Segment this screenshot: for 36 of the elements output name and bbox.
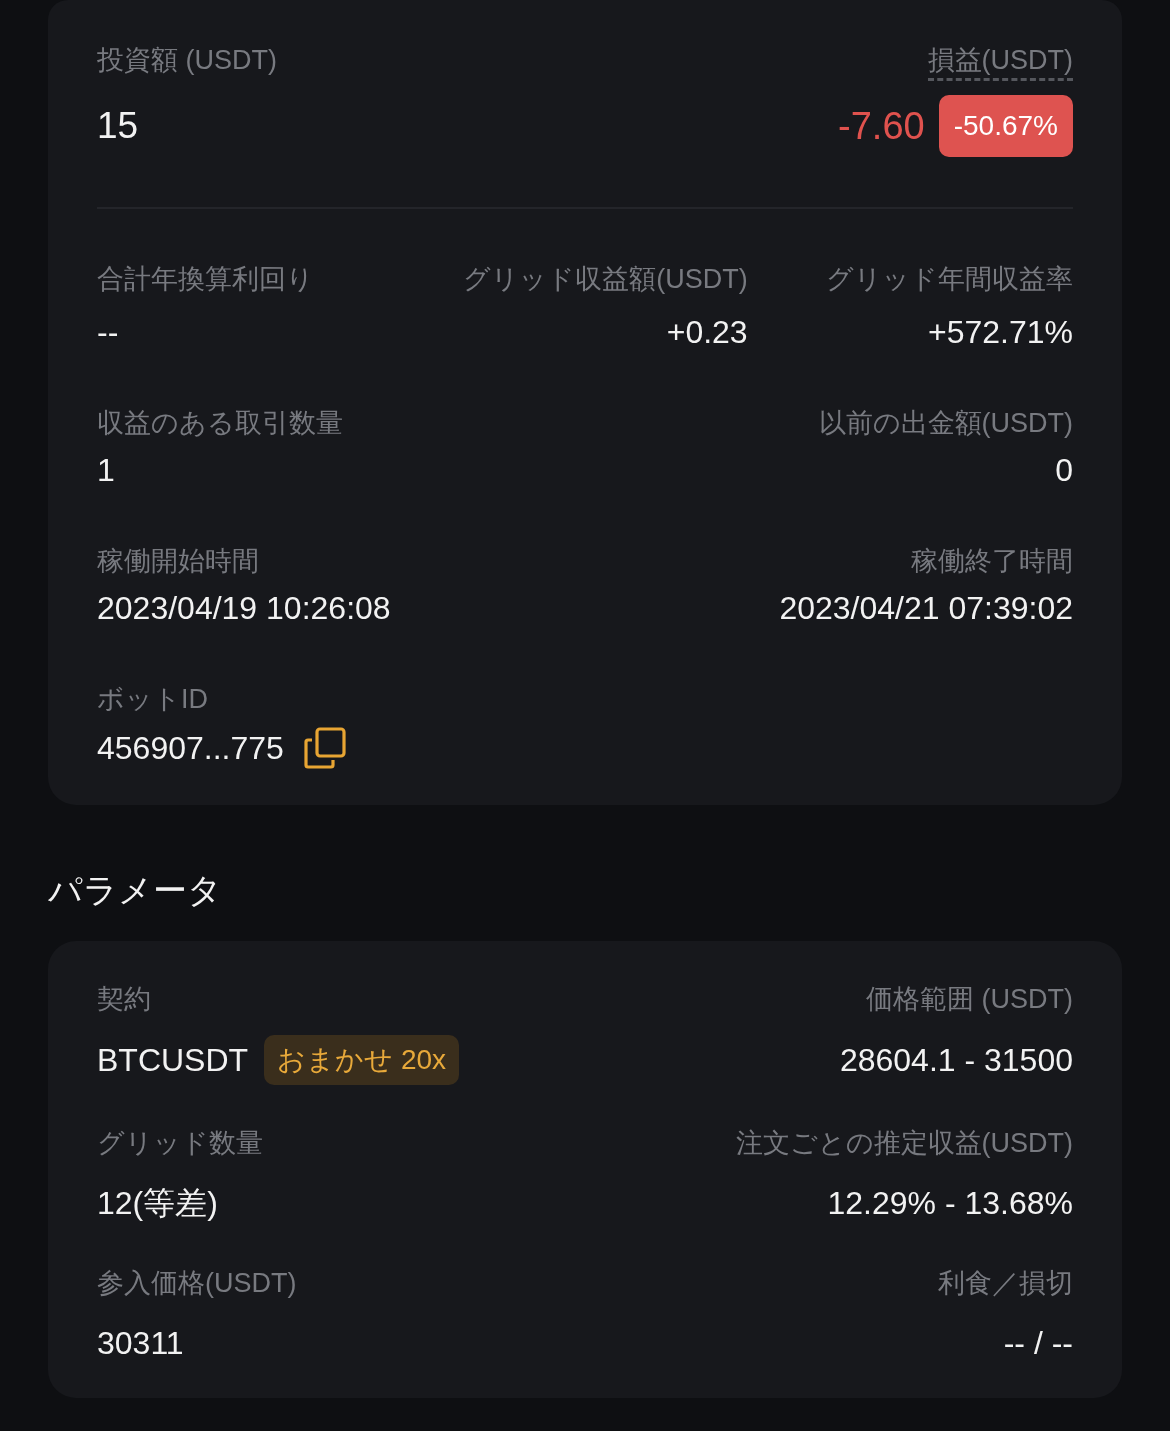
bot-id-label: ボットID <box>97 683 208 716</box>
field-label: 収益のある取引数量 <box>97 407 343 440</box>
field-label: 契約 <box>97 983 151 1016</box>
field-label: 注文ごとの推定収益(USDT) <box>735 1127 1073 1160</box>
field-value: 0 <box>1055 451 1073 490</box>
pnl-value: -7.60 <box>838 104 925 148</box>
field-value: 2023/04/19 10:26:08 <box>97 589 391 628</box>
field-label: グリッド年間収益率 <box>826 263 1073 296</box>
bot-id-value: 456907...775 <box>97 729 284 768</box>
field-value: +572.71% <box>928 313 1073 352</box>
field-label: 参入価格(USDT) <box>97 1267 297 1300</box>
field-label: グリッド数量 <box>97 1127 263 1160</box>
field-label: グリッド収益額(USDT) <box>463 263 748 296</box>
pnl-label[interactable]: 損益(USDT) <box>927 42 1073 81</box>
field-value: 12(等差) <box>97 1184 218 1223</box>
field-value: BTCUSDT <box>97 1041 249 1080</box>
investment-value: 15 <box>97 104 139 148</box>
field-label: 価格範囲 (USDT) <box>866 983 1073 1016</box>
field-label: 稼働開始時間 <box>97 545 259 578</box>
field-label: 合計年換算利回り <box>97 263 314 296</box>
field-value: 1 <box>97 451 115 490</box>
field-label: 利食／損切 <box>938 1267 1073 1300</box>
pnl-percent: -50.67% <box>938 95 1073 157</box>
field-value: -- <box>97 313 119 352</box>
field-value: 30311 <box>97 1324 184 1363</box>
field-label: 以前の出金額(USDT) <box>818 407 1073 440</box>
section-title: パラメータ <box>48 870 223 911</box>
investment-label: 投資額 (USDT) <box>97 44 277 77</box>
copy-icon[interactable] <box>303 727 346 769</box>
field-value: +0.23 <box>666 313 748 352</box>
field-label: 稼働終了時間 <box>911 545 1073 578</box>
field-value: 2023/04/21 07:39:02 <box>779 589 1073 628</box>
mode-tag: おまかせ 20x <box>264 1035 460 1085</box>
field-value: 28604.1 - 31500 <box>839 1041 1073 1080</box>
field-value: 12.29% - 13.68% <box>827 1184 1073 1223</box>
field-value: -- / -- <box>1003 1324 1073 1363</box>
